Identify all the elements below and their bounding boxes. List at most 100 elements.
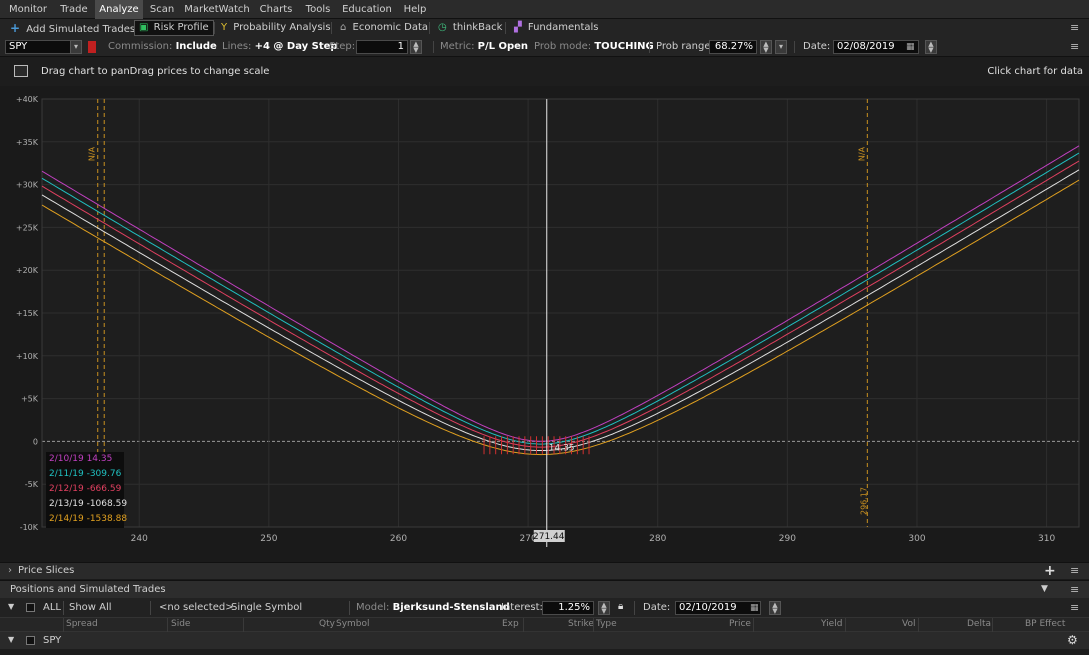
positions-menu-icon[interactable]: ≡ bbox=[1070, 584, 1079, 596]
column-divider bbox=[523, 618, 524, 633]
probability-analysis-button[interactable]: Y Probability Analysis bbox=[221, 20, 331, 36]
x-tick-label: 240 bbox=[131, 534, 148, 544]
menu-analyze[interactable]: Analyze bbox=[95, 0, 143, 19]
commission-label: Commission: bbox=[108, 41, 173, 52]
price-slices-menu-icon[interactable]: ≡ bbox=[1070, 565, 1079, 577]
risk-profile-params-bar: SPY ▾ Commission: Include Lines: +4 @ Da… bbox=[0, 37, 1089, 57]
column-bp-effect[interactable]: BP Effect bbox=[1025, 619, 1065, 629]
symbol-dropdown-icon[interactable]: ▾ bbox=[70, 40, 82, 54]
thinkorswim-window: Monitor Trade Analyze Scan MarketWatch C… bbox=[0, 0, 1089, 655]
commission-value: Include bbox=[175, 41, 217, 52]
prob-range-input[interactable]: 68.27% bbox=[709, 40, 757, 54]
positions-date-spinner[interactable]: ▲ ▼ bbox=[769, 601, 781, 615]
group-checkbox[interactable] bbox=[26, 636, 35, 645]
select-all-checkbox[interactable] bbox=[26, 603, 35, 612]
commission-field[interactable]: Commission: Include bbox=[108, 40, 217, 54]
filter-menu-icon[interactable]: ≡ bbox=[1070, 602, 1079, 614]
symbol-input[interactable]: SPY bbox=[5, 40, 71, 54]
lines-value: +4 @ Day Step bbox=[254, 41, 338, 52]
prob-mode-field[interactable]: Prob mode: TOUCHING bbox=[534, 40, 654, 54]
column-spread[interactable]: Spread bbox=[66, 619, 98, 629]
metric-label: Metric: bbox=[440, 41, 475, 52]
params-divider bbox=[794, 41, 795, 53]
single-symbol-select[interactable]: Single Symbol bbox=[231, 602, 302, 613]
menu-help[interactable]: Help bbox=[397, 0, 433, 19]
calendar-icon[interactable]: ▦ bbox=[906, 42, 915, 52]
lines-field[interactable]: Lines: +4 @ Day Step bbox=[222, 40, 338, 54]
column-delta[interactable]: Delta bbox=[967, 619, 991, 629]
risk-profile-button[interactable]: ▣ Risk Profile bbox=[134, 20, 214, 36]
menu-charts[interactable]: Charts bbox=[254, 0, 298, 19]
x-tick-label: 290 bbox=[779, 534, 796, 544]
toolbar-divider bbox=[505, 22, 506, 34]
positions-calendar-icon[interactable]: ▦ bbox=[750, 603, 759, 613]
chevron-right-icon[interactable]: › bbox=[8, 565, 12, 576]
y-tick-label: -10K bbox=[20, 523, 39, 532]
fundamentals-icon: ▞ bbox=[514, 22, 522, 33]
interest-input[interactable]: 1.25% bbox=[542, 601, 594, 615]
prob-range-dropdown-icon[interactable]: ▾ bbox=[775, 40, 787, 54]
link-color-icon[interactable] bbox=[88, 41, 96, 53]
risk-profile-chart[interactable]: +40K +35K +30K +25K +20K +15K +10K +5K 0 -5K -10K 2… bbox=[0, 86, 1089, 560]
interest-spinner[interactable]: ▲ ▼ bbox=[598, 601, 610, 615]
positions-date-label: Date: bbox=[643, 602, 671, 613]
column-vol[interactable]: Vol bbox=[902, 619, 915, 629]
show-all-select[interactable]: Show All bbox=[69, 602, 112, 613]
menu-marketwatch[interactable]: MarketWatch bbox=[181, 0, 253, 19]
group-chevron-icon[interactable]: ▼ bbox=[8, 635, 14, 644]
chart-settings-icon[interactable] bbox=[14, 65, 28, 77]
step-spinner[interactable]: ▲ ▼ bbox=[410, 40, 422, 54]
params-menu-icon[interactable]: ≡ bbox=[1070, 41, 1079, 53]
add-slice-icon[interactable]: + bbox=[1044, 563, 1056, 579]
model-field[interactable]: Model: Bjerksund-Stensland bbox=[356, 602, 510, 613]
date-spinner[interactable]: ▲ ▼ bbox=[925, 40, 937, 54]
risk-profile-icon: ▣ bbox=[139, 22, 149, 33]
toolbar-divider bbox=[214, 22, 215, 34]
toolbar-menu-icon[interactable]: ≡ bbox=[1070, 22, 1079, 34]
positions-date-input[interactable]: 02/10/2019 bbox=[675, 601, 761, 615]
menu-trade[interactable]: Trade bbox=[54, 0, 94, 19]
x-tick-label: 260 bbox=[390, 534, 407, 544]
fundamentals-button[interactable]: ▞ Fundamentals bbox=[514, 20, 599, 36]
x-tick-label: 310 bbox=[1038, 534, 1055, 544]
menu-scan[interactable]: Scan bbox=[144, 0, 180, 19]
expand-all-chevron-icon[interactable]: ▼ bbox=[8, 602, 14, 611]
positions-header: Positions and Simulated Trades ▼ ≡ bbox=[0, 580, 1089, 598]
cursor-price-label: 271.44 bbox=[533, 532, 565, 542]
add-simulated-trades-button[interactable]: + Add Simulated Trades bbox=[10, 20, 135, 36]
filter-divider bbox=[150, 601, 151, 615]
cursor-pl-label: 14.35 bbox=[549, 443, 575, 453]
y-tick-label: 0 bbox=[33, 437, 38, 446]
risk-profile-plot[interactable]: +40K +35K +30K +25K +20K +15K +10K +5K 0 -5K -10K 2… bbox=[0, 86, 1089, 560]
menu-monitor[interactable]: Monitor bbox=[4, 0, 52, 19]
gear-icon[interactable]: ⚙ bbox=[1067, 633, 1078, 647]
legend-item-2-12: 2/12/19 -666.59 bbox=[49, 484, 122, 494]
column-divider bbox=[167, 618, 168, 633]
positions-filter-bar: ▼ ALL Show All <no selected> Single Symb… bbox=[0, 598, 1089, 617]
lock-icon[interactable]: 🔒︎ bbox=[618, 601, 623, 612]
menu-education[interactable]: Education bbox=[338, 0, 396, 19]
x-tick-label: 250 bbox=[260, 534, 277, 544]
column-qty[interactable]: Qty bbox=[319, 619, 335, 629]
column-side[interactable]: Side bbox=[171, 619, 190, 629]
menu-tools[interactable]: Tools bbox=[299, 0, 337, 19]
column-exp[interactable]: Exp bbox=[502, 619, 519, 629]
analyze-toolbar: + Add Simulated Trades ▣ Risk Profile Y … bbox=[0, 19, 1089, 37]
step-input[interactable]: 1 bbox=[356, 40, 408, 54]
column-price[interactable]: Price bbox=[729, 619, 751, 629]
column-type[interactable]: Type bbox=[596, 619, 617, 629]
column-divider bbox=[753, 618, 754, 633]
prob-range-spinner[interactable]: ▲ ▼ bbox=[760, 40, 772, 54]
column-symbol[interactable]: Symbol bbox=[336, 619, 370, 629]
column-divider bbox=[845, 618, 846, 633]
thinkback-button[interactable]: ◷ thinkBack bbox=[438, 20, 502, 36]
column-yield[interactable]: Yield bbox=[821, 619, 842, 629]
metric-field[interactable]: Metric: P/L Open bbox=[440, 40, 528, 54]
column-strike[interactable]: Strike bbox=[568, 619, 594, 629]
economic-data-button[interactable]: ⌂ Economic Data bbox=[340, 20, 428, 36]
collapse-icon[interactable]: ▼ bbox=[1041, 584, 1048, 594]
price-slices-bar[interactable]: › Price Slices + ≡ bbox=[0, 562, 1089, 579]
position-group-row[interactable]: ▼ SPY ⚙ bbox=[0, 632, 1089, 649]
selected-select[interactable]: <no selected> bbox=[159, 602, 234, 613]
legend-item-2-11: 2/11/19 -309.76 bbox=[49, 469, 122, 479]
